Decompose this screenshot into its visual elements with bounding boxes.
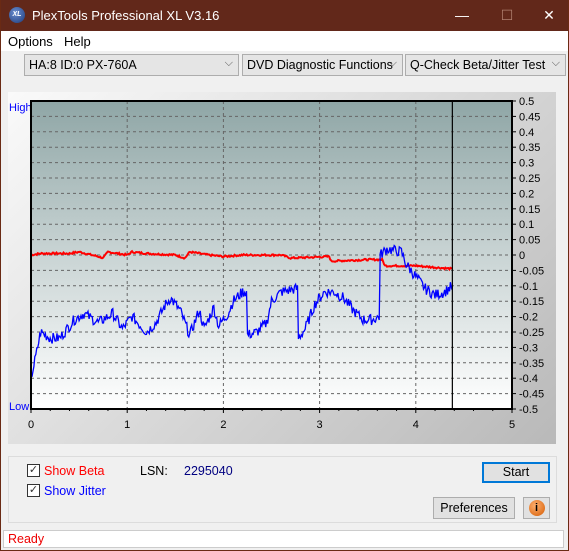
status-bar: Ready (3, 530, 564, 548)
info-icon: i (528, 500, 545, 516)
x-tick-label: 5 (509, 419, 515, 431)
y-tick-label: 0.4 (519, 127, 534, 139)
x-tick-label: 1 (124, 419, 130, 431)
y-tick-label: 0.45 (519, 111, 540, 123)
show-jitter-label: Show Jitter (44, 484, 106, 498)
y-tick-label: 0.35 (519, 142, 540, 154)
show-jitter-checkbox[interactable]: ✓ (27, 484, 40, 497)
y-tick-label: 0.2 (519, 188, 534, 200)
status-text: Ready (8, 532, 45, 546)
y-tick-label: -0.15 (519, 296, 544, 308)
y-tick-label: -0.5 (519, 404, 538, 416)
y-tick-label: 0.15 (519, 204, 540, 216)
y-tick-label: 0.3 (519, 158, 534, 170)
show-beta-checkbox[interactable]: ✓ (27, 464, 40, 477)
y-tick-label: -0.45 (519, 389, 544, 401)
high-label: High (9, 102, 32, 114)
y-tick-label: -0.1 (519, 281, 538, 293)
x-tick-label: 4 (413, 419, 419, 431)
x-tick-label: 3 (317, 419, 323, 431)
y-tick-label: -0.4 (519, 373, 538, 385)
y-tick-label: -0.2 (519, 312, 538, 324)
controls-panel: ✓ Show Beta ✓ Show Jitter LSN: 2295040 S… (8, 456, 557, 523)
y-tick-label: -0.3 (519, 342, 538, 354)
y-tick-label: -0.05 (519, 265, 544, 277)
y-tick-label: -0.25 (519, 327, 544, 339)
y-tick-label: 0 (519, 250, 525, 262)
lsn-label: LSN: (140, 464, 168, 478)
x-tick-label: 0 (28, 419, 34, 431)
y-tick-label: 0.25 (519, 173, 540, 185)
start-button[interactable]: Start (482, 462, 550, 483)
info-button[interactable]: i (523, 497, 550, 519)
y-tick-label: -0.35 (519, 358, 544, 370)
preferences-button[interactable]: Preferences (433, 497, 515, 519)
lsn-value: 2295040 (184, 464, 233, 478)
y-tick-label: 0.1 (519, 219, 534, 231)
show-beta-label: Show Beta (44, 464, 105, 478)
x-tick-label: 2 (220, 419, 226, 431)
y-tick-label: 0.5 (519, 96, 534, 108)
y-tick-label: 0.05 (519, 235, 540, 247)
low-label: Low (9, 401, 29, 413)
